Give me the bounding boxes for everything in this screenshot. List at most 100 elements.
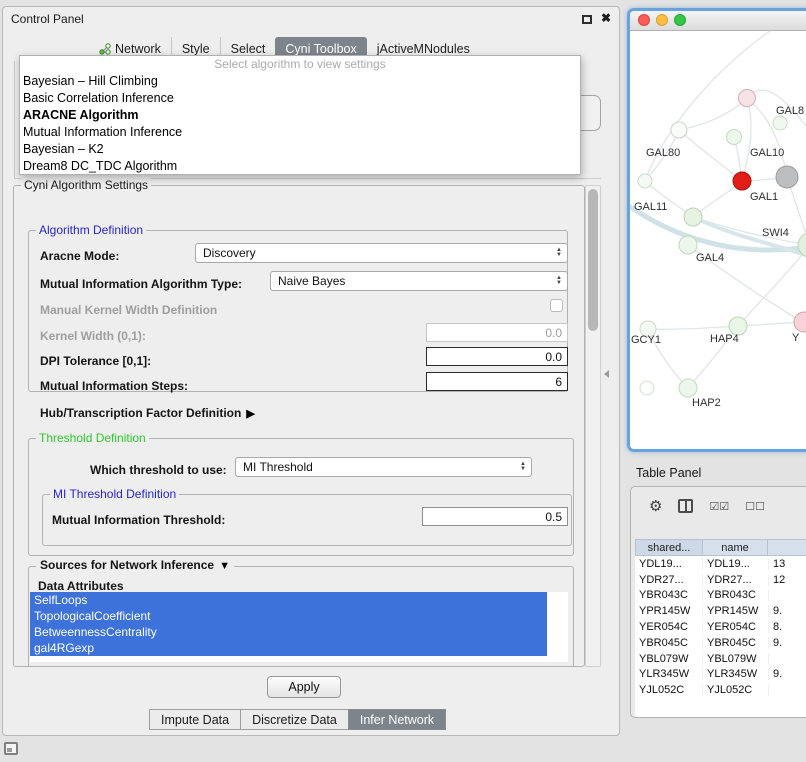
mi-steps-field[interactable] xyxy=(426,372,568,391)
mi-type-label: Mutual Information Algorithm Type: xyxy=(40,277,242,291)
group-title: Cyni Algorithm Settings xyxy=(21,178,151,192)
network-view-window: GAL80 GAL10 GAL11 GAL1 SWI4 GAL4 GAL8 GC… xyxy=(627,8,806,452)
hub-definition-toggle[interactable]: Hub/Transcription Factor Definition▶ xyxy=(40,406,255,421)
window-titlebar xyxy=(630,11,806,31)
column-header[interactable]: shared... xyxy=(635,539,703,556)
tab-label: Cyni Toolbox xyxy=(285,42,356,56)
network-node[interactable] xyxy=(640,381,654,395)
network-tab-icon xyxy=(99,43,111,55)
network-node-label: GAL8 xyxy=(776,105,804,117)
gear-icon[interactable]: ⚙ xyxy=(649,497,662,515)
selected-value: Naive Bayes xyxy=(271,274,553,288)
kernel-width-field[interactable] xyxy=(426,323,568,342)
table-panel-window: ⚙ ☑☑ ☐☐ shared... name YDL19...YDL19...1… xyxy=(630,486,806,718)
network-node[interactable] xyxy=(739,90,756,107)
network-node-label: GAL1 xyxy=(750,191,778,203)
group-title: Threshold Definition xyxy=(36,431,149,445)
which-threshold-select[interactable]: MI Threshold ▲ ▼ xyxy=(235,457,532,477)
minimize-button[interactable] xyxy=(656,14,668,26)
attribute-item-selected[interactable]: gal4RGexp xyxy=(30,640,547,656)
table-row: YJL052CYJL052C xyxy=(635,682,806,698)
dropdown-placeholder: Select algorithm to view settings xyxy=(20,56,580,73)
manual-kernel-checkbox[interactable] xyxy=(550,299,563,312)
expanded-arrow-icon: ▼ xyxy=(219,559,230,573)
network-node[interactable] xyxy=(671,122,687,138)
network-node[interactable] xyxy=(727,130,742,145)
network-node-pink[interactable] xyxy=(794,312,806,332)
dropdown-item[interactable]: Dream8 DC_TDC Algorithm xyxy=(20,158,580,175)
algorithm-dropdown-popup: Select algorithm to view settings Bayesi… xyxy=(19,55,581,175)
chevron-up-down-icon: ▲ ▼ xyxy=(553,248,567,258)
tab-impute-data[interactable]: Impute Data xyxy=(149,709,241,730)
table-row: YBR043CYBR043C xyxy=(635,588,806,604)
bottom-tab-bar: Impute Data Discretize Data Infer Networ… xyxy=(149,709,446,730)
network-node-label: GAL80 xyxy=(646,147,680,159)
attribute-item-selected[interactable]: TopologicalCoefficient xyxy=(30,608,547,624)
close-icon[interactable]: ✖ xyxy=(601,11,611,25)
network-node[interactable] xyxy=(684,208,702,226)
deselect-all-icon[interactable]: ☐☐ xyxy=(745,500,765,513)
network-node-red[interactable] xyxy=(733,172,751,190)
panel-splitter-arrow[interactable] xyxy=(604,370,609,378)
network-node-label: Y xyxy=(792,332,799,344)
mi-steps-label: Mutual Information Steps: xyxy=(40,379,188,393)
chevron-up-down-icon: ▲ ▼ xyxy=(517,462,531,472)
tab-discretize-data[interactable]: Discretize Data xyxy=(240,709,349,730)
dpi-tolerance-field[interactable] xyxy=(426,347,568,366)
network-node[interactable] xyxy=(679,379,697,397)
tab-label: Network xyxy=(115,42,161,56)
sources-toggle[interactable]: Sources for Network Inference▼ xyxy=(36,558,234,573)
dropdown-item[interactable]: Mutual Information Inference xyxy=(20,124,580,141)
zoom-button[interactable] xyxy=(674,14,686,26)
table-toolbar: ⚙ ☑☑ ☐☐ xyxy=(631,493,765,519)
column-icon[interactable] xyxy=(678,499,693,513)
network-node-gray[interactable] xyxy=(776,166,798,188)
window-title: Control Panel xyxy=(11,12,84,26)
scrollbar-thumb[interactable] xyxy=(588,189,598,331)
network-node-label: HAP4 xyxy=(710,333,739,345)
network-node[interactable] xyxy=(679,236,697,254)
table-header-row: shared... name xyxy=(635,539,806,556)
aracne-mode-select[interactable]: Discovery ▲ ▼ xyxy=(195,243,568,263)
table-row: YDR27...YDR27...12 xyxy=(635,572,806,588)
mi-algorithm-type-select[interactable]: Naive Bayes ▲ ▼ xyxy=(270,271,568,291)
mi-threshold-field[interactable] xyxy=(422,507,568,526)
settings-scrollbar[interactable] xyxy=(585,185,601,667)
mi-threshold-label: Mutual Information Threshold: xyxy=(52,513,225,527)
aracne-mode-label: Aracne Mode: xyxy=(40,249,119,263)
select-all-icon[interactable]: ☑☑ xyxy=(709,500,729,513)
kernel-width-label: Kernel Width (0,1): xyxy=(40,329,146,343)
table-row: YBL079WYBL079W xyxy=(635,651,806,667)
tab-label: Select xyxy=(231,42,266,56)
chevron-up-down-icon: ▲ ▼ xyxy=(553,276,567,286)
attribute-item-selected[interactable]: BetweennessCentrality xyxy=(30,624,547,640)
group-title: MI Threshold Definition xyxy=(50,487,179,501)
table-row: YDL19...YDL19...13 xyxy=(635,556,806,572)
table-row: YBR045CYBR045C9. xyxy=(635,635,806,651)
network-canvas[interactable]: GAL80 GAL10 GAL11 GAL1 SWI4 GAL4 GAL8 GC… xyxy=(630,31,806,451)
selected-value: MI Threshold xyxy=(236,460,517,474)
data-attributes-list: SelfLoops TopologicalCoefficient Between… xyxy=(30,592,568,662)
attribute-item-selected[interactable]: SelfLoops xyxy=(30,592,547,608)
manual-kernel-label: Manual Kernel Width Definition xyxy=(40,303,217,317)
selected-value: Discovery xyxy=(196,246,553,260)
apply-button[interactable]: Apply xyxy=(267,676,341,698)
network-node[interactable] xyxy=(638,174,652,188)
dropdown-item[interactable]: Bayesian – K2 xyxy=(20,141,580,158)
dropdown-item[interactable]: Basic Correlation Inference xyxy=(20,90,580,107)
cyni-algorithm-settings-group: Cyni Algorithm Settings Algorithm Defini… xyxy=(13,185,585,667)
table-panel-title: Table Panel xyxy=(636,466,701,480)
tab-infer-network[interactable]: Infer Network xyxy=(348,709,446,730)
network-node-label: GAL10 xyxy=(750,147,784,159)
network-node[interactable] xyxy=(773,116,787,130)
column-header[interactable] xyxy=(767,539,806,556)
desktop: Control Panel ✖ Network Style Select xyxy=(0,0,806,762)
dropdown-item-selected[interactable]: ARACNE Algorithm xyxy=(20,107,580,124)
column-header[interactable]: name xyxy=(702,539,768,556)
float-window-icon[interactable] xyxy=(582,15,592,24)
dropdown-item[interactable]: Bayesian – Hill Climbing xyxy=(20,73,580,90)
panel-dock-icon[interactable] xyxy=(4,742,18,755)
close-button[interactable] xyxy=(638,14,650,26)
network-node-label: GCY1 xyxy=(631,334,661,346)
group-title: Algorithm Definition xyxy=(36,223,146,237)
